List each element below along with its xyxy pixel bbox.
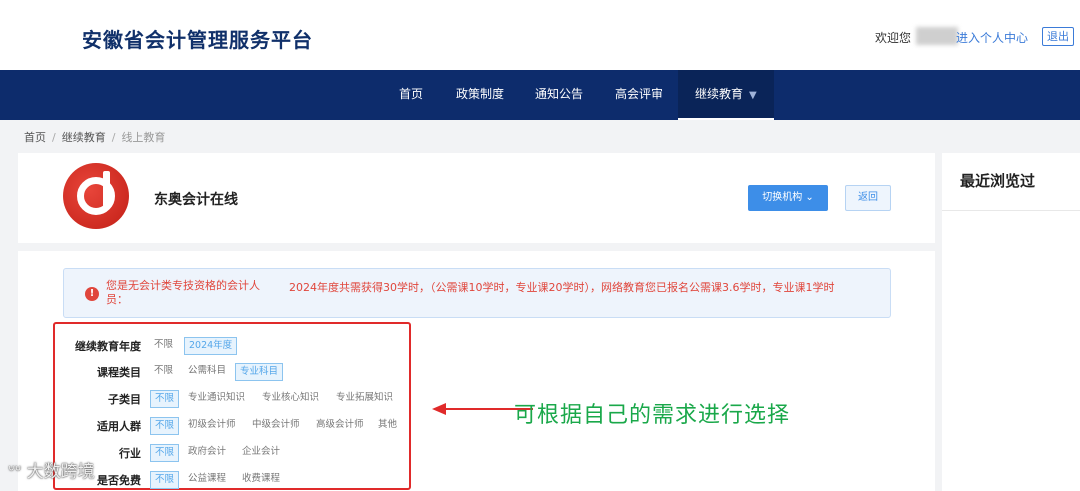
filter-option-selected[interactable]: 2024年度 [184, 337, 238, 355]
chevron-down-icon: ⌄ [805, 192, 814, 203]
credit-notice: ! 您是无会计类专技资格的会计人员： 2024年度共需获得30学时，（公需课10… [63, 268, 891, 318]
filter-option[interactable]: 初级会计师 [184, 417, 240, 435]
watermark-logo-icon: ᐡᐡ [8, 462, 22, 482]
nav-item-home[interactable]: 首页 [399, 70, 423, 120]
filter-row-year: 继续教育年度 不限 2024年度 [55, 335, 411, 355]
filter-group-highlight: 继续教育年度 不限 2024年度 课程类目 不限 公需科目 专业科目 子类目 不… [53, 322, 411, 490]
filter-row-audience: 适用人群 不限 初级会计师 中级会计师 高级会计师 其他 [55, 415, 411, 435]
filter-label: 继续教育年度 [75, 340, 141, 353]
alert-icon: ! [85, 287, 99, 301]
institution-name: 东奥会计在线 [154, 192, 238, 208]
filter-option[interactable]: 政府会计 [184, 444, 230, 462]
chevron-down-icon: ▼ [749, 90, 757, 101]
back-button[interactable]: 返回 [845, 185, 891, 211]
user-center-link[interactable]: 进入个人中心 [956, 29, 1028, 46]
filter-option[interactable]: 专业拓展知识 [332, 390, 397, 408]
site-title[interactable]: 安徽省会计管理服务平台 [82, 24, 313, 53]
institution-card: 东奥会计在线 切换机构 ⌄ 返回 [18, 153, 935, 243]
filter-label: 行业 [119, 447, 141, 460]
nav-item-label: 继续教育 [695, 87, 744, 101]
filter-option[interactable]: 中级会计师 [248, 417, 304, 435]
institution-logo [63, 163, 129, 229]
filter-label: 适用人群 [97, 420, 141, 433]
header: 安徽省会计管理服务平台 欢迎您 进入个人中心 退出 [0, 0, 1080, 70]
filter-label: 子类目 [108, 393, 141, 406]
filter-option-selected[interactable]: 专业科目 [235, 363, 284, 381]
filter-option[interactable]: 不限 [150, 337, 177, 355]
filter-option[interactable]: 高级会计师 [312, 417, 368, 435]
nav-item-policy[interactable]: 政策制度 [456, 70, 504, 120]
notice-user-type: 您是无会计类专技资格的会计人员： [106, 279, 260, 306]
filter-label: 是否免费 [97, 474, 141, 487]
switch-institution-button[interactable]: 切换机构 ⌄ [748, 185, 828, 211]
filter-option[interactable]: 专业核心知识 [258, 390, 323, 408]
divider [942, 210, 1080, 211]
arrow-left-icon [432, 403, 446, 415]
nav-item-senior-review[interactable]: 高会评审 [615, 70, 663, 120]
filter-option[interactable]: 专业通识知识 [184, 390, 249, 408]
breadcrumb-home[interactable]: 首页 [24, 131, 46, 144]
annotation-text: 可根据自己的需求进行选择 [514, 403, 791, 428]
filter-row-free: 是否免费 不限 公益课程 收费课程 [55, 469, 411, 489]
filter-option[interactable]: 收费课程 [238, 471, 284, 489]
nav-item-notices[interactable]: 通知公告 [535, 70, 583, 120]
watermark: ᐡᐡ 大数跨境 [8, 457, 95, 482]
notice-credit-requirement: 2024年度共需获得30学时，（公需课10学时，专业课20学时），网络教育您已报… [289, 281, 835, 294]
filter-option[interactable]: 企业会计 [238, 444, 284, 462]
filter-label: 课程类目 [97, 366, 141, 379]
filter-row-subcategory: 子类目 不限 专业通识知识 专业核心知识 专业拓展知识 [55, 388, 411, 408]
filter-option[interactable]: 其他 [374, 417, 401, 435]
filter-row-industry: 行业 不限 政府会计 企业会计 [55, 442, 411, 462]
filter-option-selected[interactable]: 不限 [150, 471, 180, 489]
breadcrumb-online-education: 线上教育 [121, 131, 166, 144]
watermark-text: 大数跨境 [26, 462, 95, 482]
filter-option[interactable]: 公益课程 [184, 471, 230, 489]
filter-option-selected[interactable]: 不限 [150, 390, 180, 408]
filter-option[interactable]: 不限 [150, 363, 177, 381]
welcome-text: 欢迎您 [875, 31, 912, 45]
filter-option-selected[interactable]: 不限 [150, 417, 180, 435]
filter-row-category: 课程类目 不限 公需科目 专业科目 [55, 361, 411, 381]
filter-option[interactable]: 公需科目 [184, 363, 230, 381]
filter-option-selected[interactable]: 不限 [150, 444, 180, 462]
recently-viewed-panel: 最近浏览过 [942, 153, 1080, 491]
switch-institution-label: 切换机构 [762, 192, 803, 203]
course-filter-panel: ! 您是无会计类专技资格的会计人员： 2024年度共需获得30学时，（公需课10… [18, 251, 935, 491]
blurred-username [916, 27, 958, 45]
breadcrumb: 首页 / 继续教育 / 线上教育 [24, 131, 166, 144]
recently-viewed-title: 最近浏览过 [960, 172, 1036, 190]
breadcrumb-continuing-education[interactable]: 继续教育 [62, 131, 106, 144]
logout-button[interactable]: 退出 [1042, 27, 1074, 46]
main-nav: 首页 政策制度 通知公告 高会评审 继续教育 ▼ [0, 70, 1080, 120]
nav-item-continuing-education[interactable]: 继续教育 ▼ [678, 70, 774, 120]
